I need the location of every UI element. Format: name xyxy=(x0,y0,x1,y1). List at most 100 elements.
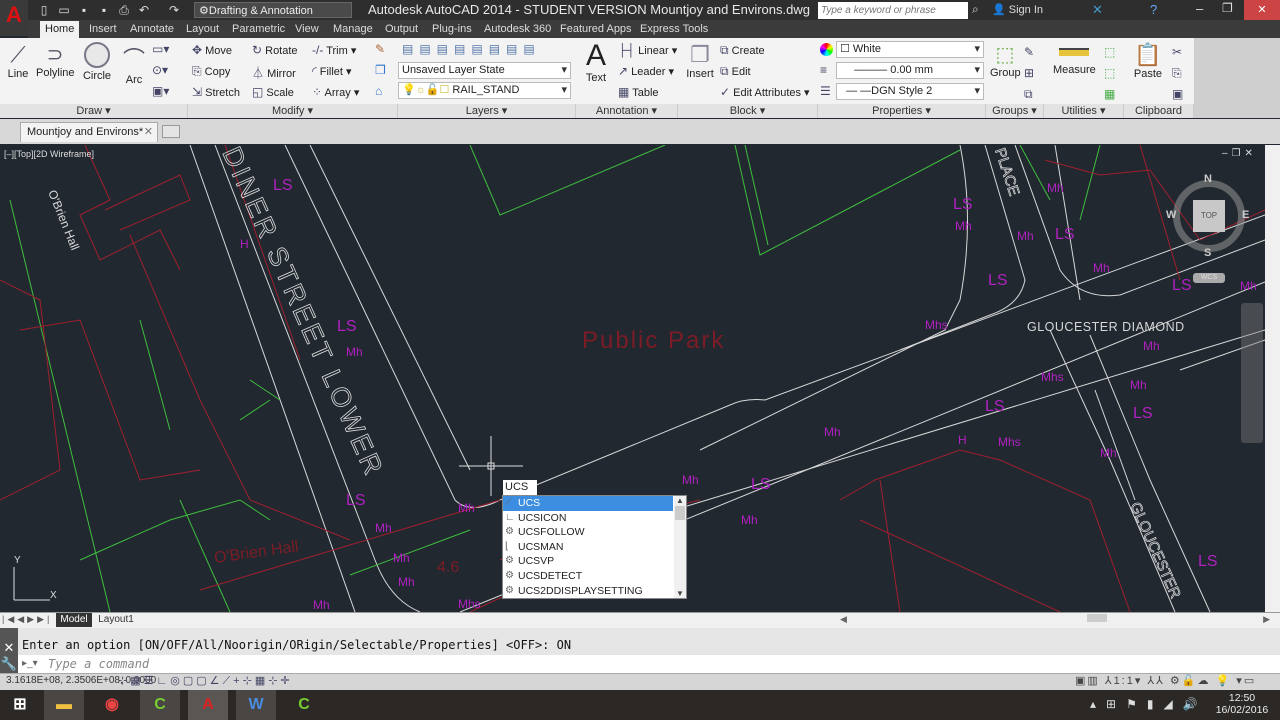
status-tray-icons[interactable]: ▣▥ ⅄1:1▾ ⅄⅄ ⚙🔓☁ 💡 ▾▭ xyxy=(1075,674,1256,687)
command-input[interactable]: Type a command xyxy=(18,655,1280,673)
tab-express-tools[interactable]: Express Tools xyxy=(635,21,713,38)
drafting-toggle-icons[interactable]: ⊹▦☰∟◎▢▢∠⟋+⊹▦⊹✛ xyxy=(118,674,293,688)
autocomplete-item[interactable]: ∟ UCSICON xyxy=(503,511,673,526)
leader-button[interactable]: ↗ Leader ▾ xyxy=(618,64,674,78)
tab-plug-ins[interactable]: Plug-ins xyxy=(427,21,477,38)
tab-layout1[interactable]: Layout1 xyxy=(96,613,136,627)
insert-button[interactable]: ❐ Insert xyxy=(686,42,714,80)
autocomplete-item[interactable]: ⌊ UCSMAN xyxy=(503,540,673,555)
trim-button[interactable]: -/- Trim ▾ xyxy=(312,43,356,57)
viewport-window-controls[interactable]: –❐✕ xyxy=(1222,148,1257,159)
wcs-menu[interactable]: WCS xyxy=(1193,273,1225,283)
file-tab[interactable]: Mountjoy and Environs* ✕ xyxy=(20,122,158,142)
file-explorer-taskbar-icon[interactable]: ▬ xyxy=(44,690,84,720)
mirror-button[interactable]: ⏃ Mirror xyxy=(252,64,296,81)
horizontal-scrollbar[interactable]: ◀ ▶ xyxy=(840,614,1270,626)
groups-panel-label[interactable]: Groups ▾ xyxy=(986,104,1044,118)
clipboard-tools-icons[interactable]: ✂ ⎘ ▣ xyxy=(1172,42,1183,105)
group-button[interactable]: ⬚ Group xyxy=(990,42,1021,79)
measure-button[interactable]: Measure xyxy=(1053,44,1096,76)
system-tray-icons[interactable]: ▴⊞⚑▮◢🔊 xyxy=(1090,697,1208,711)
workspace-dropdown[interactable]: ⚙Drafting & Annotation xyxy=(194,2,352,18)
autocomplete-item[interactable]: ⟋ UCS xyxy=(503,496,673,511)
layer-state-dropdown[interactable]: Unsaved Layer State xyxy=(398,62,571,79)
close-command-line-icon[interactable]: ✕ xyxy=(0,640,18,656)
save-icon[interactable]: ▪ xyxy=(76,2,92,18)
windows-start-button[interactable]: ⊞ xyxy=(0,690,40,720)
new-tab-button[interactable] xyxy=(162,125,180,138)
utilities-panel-label[interactable]: Utilities ▾ xyxy=(1044,104,1124,118)
edit-attributes-button[interactable]: ✓ Edit Attributes ▾ xyxy=(720,85,810,99)
sign-in-button[interactable]: 👤 Sign In xyxy=(992,3,1043,16)
lineweight-dropdown[interactable]: ——— 0.00 mm xyxy=(836,62,984,79)
autocomplete-item[interactable]: ⚙ UCSDETECT xyxy=(503,569,673,584)
maximize-button[interactable]: ❐ xyxy=(1222,1,1233,15)
move-button[interactable]: ✥ Move xyxy=(192,43,232,57)
chrome-taskbar-icon[interactable]: ◉ xyxy=(92,690,132,720)
draw-panel-label[interactable]: Draw ▾ xyxy=(0,104,188,118)
application-menu-button[interactable]: A xyxy=(0,0,28,36)
vertical-scrollbar[interactable] xyxy=(1265,145,1280,612)
fillet-button[interactable]: ◜ Fillet ▾ xyxy=(312,64,352,78)
close-button[interactable]: ✕ xyxy=(1244,0,1280,20)
hatch-icon[interactable]: ⊙▾ xyxy=(152,63,168,77)
help-icon[interactable]: ? xyxy=(1150,2,1157,17)
tab-autodesk-360[interactable]: Autodesk 360 xyxy=(479,21,556,38)
tab-manage[interactable]: Manage xyxy=(328,21,378,38)
redo-icon[interactable]: ↷ xyxy=(166,2,182,18)
modify-panel-label[interactable]: Modify ▾ xyxy=(188,104,398,118)
polyline-button[interactable]: ⊃ Polyline xyxy=(36,42,75,79)
paste-button[interactable]: 📋 Paste xyxy=(1133,42,1163,80)
undo-icon[interactable]: ↶ xyxy=(136,2,152,18)
explode-icon[interactable]: ❒ xyxy=(375,63,386,77)
tab-featured-apps[interactable]: Featured Apps xyxy=(555,21,637,38)
dynamic-input[interactable]: UCS xyxy=(503,480,537,495)
table-button[interactable]: ▦ Table xyxy=(618,85,659,99)
block-panel-label[interactable]: Block ▾ xyxy=(678,104,818,118)
layers-panel-label[interactable]: Layers ▾ xyxy=(398,104,576,118)
viewcube-west[interactable]: W xyxy=(1166,209,1176,221)
autocomplete-list[interactable]: ⟋ UCS ∟ UCSICON ⚙ UCSFOLLOW ⌊ UCSMAN ⚙ UCSVP … xyxy=(502,495,687,599)
scroll-down-icon[interactable]: ▼ xyxy=(674,589,686,598)
autocomplete-scrollbar[interactable]: ▲ ▼ xyxy=(674,496,686,598)
annotation-panel-label[interactable]: Annotation ▾ xyxy=(576,104,678,118)
tab-parametric[interactable]: Parametric xyxy=(227,21,290,38)
annotation-scale[interactable]: 1:1 xyxy=(1114,675,1135,687)
line-button[interactable]: ⟋ Line xyxy=(4,42,32,80)
new-icon[interactable]: ▯ xyxy=(36,2,52,18)
arc-button[interactable]: ⌒ Arc xyxy=(120,42,148,86)
close-tab-icon[interactable]: ✕ xyxy=(144,123,153,141)
properties-panel-label[interactable]: Properties ▾ xyxy=(818,104,986,118)
print-icon[interactable]: ⎙ xyxy=(116,2,132,18)
utility-tools-icons[interactable]: ⬚ ⬚ ▦ xyxy=(1104,42,1115,105)
tab-layout[interactable]: Layout xyxy=(181,21,224,38)
camtasia-recorder-taskbar-icon[interactable]: C xyxy=(284,690,324,720)
create-block-button[interactable]: ⧉ Create xyxy=(720,43,765,58)
edit-block-button[interactable]: ⧉ Edit xyxy=(720,64,751,79)
tab-annotate[interactable]: Annotate xyxy=(125,21,179,38)
tab-output[interactable]: Output xyxy=(380,21,423,38)
tab-view[interactable]: View xyxy=(290,21,324,38)
copy-button[interactable]: ⎘ Copy xyxy=(192,64,230,79)
navigation-bar[interactable] xyxy=(1241,303,1263,443)
layer-tools-icons[interactable]: ▤▤▤▤▤▤▤▤ xyxy=(402,42,541,56)
rectangle-icon[interactable]: ▭▾ xyxy=(152,42,169,56)
scale-button[interactable]: ◱ Scale xyxy=(252,85,294,99)
viewcube-top-face[interactable]: TOP xyxy=(1193,200,1225,232)
rotate-button[interactable]: ↻ Rotate xyxy=(252,43,298,57)
viewcube-east[interactable]: E xyxy=(1242,209,1249,221)
linear-button[interactable]: ├┤ Linear ▾ xyxy=(618,43,677,57)
binoculars-icon[interactable]: ⌕ xyxy=(972,2,979,17)
autocomplete-item[interactable]: ⚙ UCSVP xyxy=(503,554,673,569)
viewcube-north[interactable]: N xyxy=(1204,173,1212,185)
layer-dropdown[interactable]: 💡☼🔓☐ RAIL_STAND xyxy=(398,82,571,99)
circle-button[interactable]: Circle xyxy=(80,42,114,82)
tab-insert[interactable]: Insert xyxy=(84,21,122,38)
array-button[interactable]: ⁘ Array ▾ xyxy=(312,85,359,99)
clock[interactable]: 12:50 16/02/2016 xyxy=(1212,692,1272,716)
autocomplete-item[interactable]: ⚙ UCSFOLLOW xyxy=(503,525,673,540)
color-dropdown[interactable]: ☐ White xyxy=(836,41,984,58)
help-search-input[interactable]: Type a keyword or phrase xyxy=(818,2,968,19)
clipboard-panel-label[interactable]: Clipboard xyxy=(1124,104,1194,118)
offset-icon[interactable]: ⌂ xyxy=(375,84,382,98)
